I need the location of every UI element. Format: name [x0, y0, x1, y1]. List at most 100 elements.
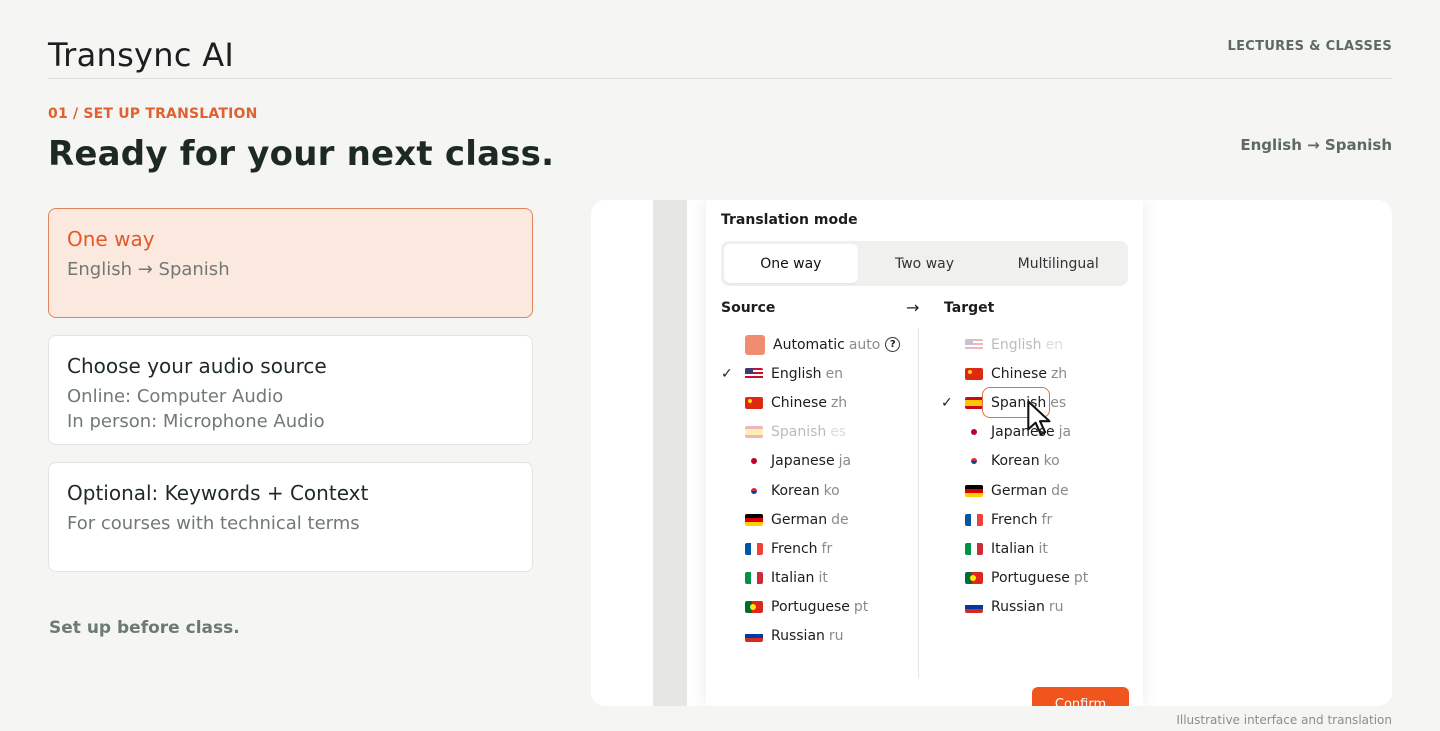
language-option-zh[interactable]: Chinese zh: [721, 388, 900, 417]
language-code: ru: [1048, 599, 1064, 616]
section-label: LECTURES & CLASSES: [1227, 39, 1392, 54]
header-divider: [48, 78, 1392, 79]
language-option-ja[interactable]: Japanese ja: [941, 418, 1088, 447]
language-option-es[interactable]: ✓ Spanish es: [941, 387, 1088, 436]
language-name: Chinese: [771, 394, 827, 411]
language-code: pt: [1073, 570, 1089, 587]
caption: Illustrative interface and translation: [1176, 713, 1392, 727]
language-option-pt[interactable]: Portuguese pt: [941, 564, 1088, 593]
language-code: de: [831, 511, 849, 528]
language-code: en: [825, 365, 844, 382]
check-icon: ✓: [941, 394, 953, 411]
language-option-ko[interactable]: Korean ko: [721, 476, 900, 505]
language-code: auto: [848, 336, 881, 353]
language-code: ru: [828, 628, 844, 645]
language-name: Chinese: [991, 365, 1047, 382]
language-name: Korean: [991, 453, 1040, 470]
language-option-ru[interactable]: Russian ru: [721, 622, 900, 651]
page-title: Ready for your next class.: [48, 134, 555, 174]
step-label: 01 / SET UP TRANSLATION: [48, 106, 258, 122]
language-name: German: [771, 511, 828, 528]
language-code: zh: [830, 394, 848, 411]
language-option-fr[interactable]: French fr: [941, 505, 1088, 534]
ru-flag-icon: [745, 630, 763, 643]
language-name: French: [771, 540, 818, 557]
translation-panel: Translation mode One way Two way Multili…: [706, 200, 1143, 706]
preview-sidebar: [653, 200, 687, 706]
language-pair-label: English → Spanish: [1240, 136, 1392, 154]
pt-flag-icon: [745, 601, 763, 614]
language-option-ko[interactable]: Korean ko: [941, 447, 1088, 476]
mode-one-way[interactable]: One way: [724, 244, 858, 283]
language-option-it[interactable]: Italian it: [721, 564, 900, 593]
card-line: In person: Microphone Audio: [67, 411, 325, 432]
language-code: zh: [1050, 365, 1068, 382]
target-label: Target: [944, 300, 995, 316]
language-name: Japanese: [771, 453, 835, 470]
es-flag-icon: [965, 396, 983, 409]
language-name: Russian: [771, 628, 825, 645]
ru-flag-icon: [965, 601, 983, 614]
mode-two-way[interactable]: Two way: [858, 244, 992, 283]
confirm-button[interactable]: Confirm: [1032, 687, 1129, 706]
fr-flag-icon: [745, 542, 763, 555]
card-audio-source[interactable]: Choose your audio source Online: Compute…: [48, 335, 533, 445]
language-name: Russian: [991, 599, 1045, 616]
language-option-en: English en: [941, 330, 1088, 359]
mode-multilingual[interactable]: Multilingual: [991, 244, 1125, 283]
language-name: Korean: [771, 482, 820, 499]
language-code: es: [830, 424, 847, 441]
language-option-de[interactable]: German de: [941, 476, 1088, 505]
language-option-ja[interactable]: Japanese ja: [721, 447, 900, 476]
language-name: Automatic: [773, 336, 845, 353]
language-name: Italian: [771, 570, 815, 587]
language-code: ja: [838, 453, 852, 470]
column-divider: [918, 328, 919, 678]
language-option-zh[interactable]: Chinese zh: [941, 359, 1088, 388]
setup-note: Set up before class.: [49, 618, 240, 638]
es-flag-icon: [745, 426, 763, 439]
language-code: fr: [821, 540, 833, 557]
help-icon[interactable]: ?: [885, 337, 901, 353]
language-option-auto[interactable]: Automatic auto?: [721, 330, 901, 359]
language-name: English: [991, 336, 1042, 353]
it-flag-icon: [965, 542, 983, 555]
language-name: French: [991, 511, 1038, 528]
card-keywords-context[interactable]: Optional: Keywords + Context For courses…: [48, 462, 533, 572]
source-label: Source: [721, 300, 776, 316]
language-name: Portuguese: [771, 599, 850, 616]
language-option-it[interactable]: Italian it: [941, 534, 1088, 563]
check-icon: ✓: [721, 365, 733, 382]
language-option-de[interactable]: German de: [721, 505, 900, 534]
language-option-es: Spanish es: [721, 418, 900, 447]
language-code: it: [1038, 540, 1048, 557]
language-option-pt[interactable]: Portuguese pt: [721, 593, 900, 622]
pt-flag-icon: [965, 572, 983, 585]
language-option-en[interactable]: ✓ English en: [721, 359, 900, 388]
de-flag-icon: [965, 484, 983, 497]
arrow-right-icon: →: [906, 298, 920, 317]
card-one-way[interactable]: One way English → Spanish: [48, 208, 533, 318]
language-code: it: [818, 570, 828, 587]
card-line: For courses with technical terms: [67, 513, 360, 534]
jp-flag-icon: [745, 455, 763, 468]
panel-title: Translation mode: [721, 212, 858, 228]
de-flag-icon: [745, 513, 763, 526]
language-name: Italian: [991, 540, 1035, 557]
language-name: German: [991, 482, 1048, 499]
target-language-list: English en Chinese zh ✓ Spanish es Japanese ja Ko…: [941, 330, 1088, 622]
language-option-ru[interactable]: Russian ru: [941, 593, 1088, 622]
language-code: fr: [1041, 511, 1053, 528]
card-line: English → Spanish: [67, 259, 230, 280]
language-code: ko: [1043, 453, 1060, 470]
it-flag-icon: [745, 572, 763, 585]
language-name: English: [771, 365, 822, 382]
language-code: ko: [823, 482, 840, 499]
card-line: Online: Computer Audio: [67, 386, 284, 407]
language-name: Japanese: [991, 424, 1055, 441]
source-language-list: Automatic auto? ✓ English en Chinese zh Spanish…: [721, 330, 901, 651]
language-option-fr[interactable]: French fr: [721, 534, 900, 563]
fr-flag-icon: [965, 513, 983, 526]
kr-flag-icon: [745, 484, 763, 497]
us-flag-icon: [745, 367, 763, 380]
